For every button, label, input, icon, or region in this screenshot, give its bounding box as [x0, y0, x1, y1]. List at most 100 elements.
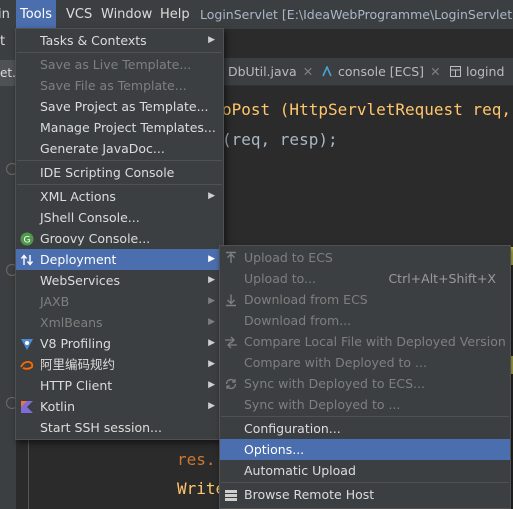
item-label: HTTP Client	[40, 378, 113, 393]
close-icon[interactable]: ✕	[303, 64, 313, 79]
item-label: XmlBeans	[40, 315, 103, 330]
menu-tools[interactable]: Tools	[16, 0, 57, 29]
submenu-arrow-icon: ▶	[208, 317, 215, 327]
menu-item-xmlbeans[interactable]: XmlBeans ▶	[16, 312, 223, 333]
menu-item-generate-javadoc[interactable]: Generate JavaDoc...	[16, 138, 223, 159]
browse-remote-icon	[225, 490, 237, 501]
deployment-submenu: Upload to ECS Upload to... Ctrl+Alt+Shift…	[219, 245, 511, 509]
item-label: Configuration...	[244, 421, 341, 436]
menu-item-manage-templates[interactable]: Manage Project Templates...	[16, 117, 223, 138]
item-label: Sync with Deployed to ...	[244, 397, 401, 412]
menu-item-upload-to[interactable]: Upload to... Ctrl+Alt+Shift+X	[220, 268, 510, 289]
code-line: oPost (HttpServletRequest req,	[222, 100, 511, 119]
left-label: t	[0, 34, 6, 49]
menu-item-kotlin[interactable]: Kotlin ▶	[16, 396, 223, 417]
tab-logindb[interactable]: logind	[450, 58, 504, 85]
item-label: Generate JavaDoc...	[40, 141, 165, 156]
code-line: res.	[177, 450, 216, 469]
item-label: Download from...	[244, 313, 352, 328]
submenu-arrow-icon: ▶	[208, 380, 215, 390]
menu-run[interactable]: in	[0, 0, 14, 29]
menu-item-tasks-contexts[interactable]: Tasks & Contexts ▶	[16, 30, 223, 51]
menu-item-save-file-template[interactable]: Save File as Template...	[16, 75, 223, 96]
item-label: Upload to ECS	[244, 250, 333, 265]
menu-help[interactable]: Help	[156, 0, 194, 29]
item-label: V8 Profiling	[40, 336, 111, 351]
submenu-arrow-icon: ▶	[208, 35, 215, 45]
item-label: Save Project as Template...	[40, 99, 209, 114]
item-label: Upload to...	[244, 271, 317, 286]
menu-item-groovy-console[interactable]: G Groovy Console...	[16, 228, 223, 249]
menu-item-xml-actions[interactable]: XML Actions ▶	[16, 186, 223, 207]
deployment-icon	[20, 254, 34, 266]
menu-item-upload-to-ecs[interactable]: Upload to ECS	[220, 247, 510, 268]
item-label: WebServices	[40, 273, 120, 288]
separator	[17, 184, 222, 185]
item-label: Groovy Console...	[40, 231, 151, 246]
menu-item-alibaba-coding[interactable]: 阿里编码规约 ▶	[16, 354, 223, 375]
item-label: Sync with Deployed to ECS...	[244, 376, 425, 391]
item-label: Deployment	[40, 252, 117, 267]
item-label: Save as Live Template...	[40, 57, 192, 72]
submenu-arrow-icon: ▶	[208, 338, 215, 348]
tab-label: logind	[466, 64, 505, 79]
item-label: Download from ECS	[244, 292, 368, 307]
submenu-arrow-icon: ▶	[208, 296, 215, 306]
menu-item-configuration[interactable]: Configuration...	[220, 418, 510, 439]
tab-console[interactable]: console [ECS] ✕	[322, 58, 441, 85]
item-label: IDE Scripting Console	[40, 165, 175, 180]
groovy-icon: G	[20, 232, 34, 246]
menu-item-compare-local-deployed[interactable]: Compare Local File with Deployed Version	[220, 331, 510, 352]
menu-item-ide-scripting-console[interactable]: IDE Scripting Console	[16, 162, 223, 183]
item-label: Start SSH session...	[40, 420, 162, 435]
menu-item-sync-deployed-to[interactable]: Sync with Deployed to ...	[220, 394, 510, 415]
menu-item-save-live-template[interactable]: Save as Live Template...	[16, 54, 223, 75]
close-icon[interactable]: ✕	[430, 64, 440, 79]
menu-item-http-client[interactable]: HTTP Client ▶	[16, 375, 223, 396]
submenu-arrow-icon: ▶	[208, 254, 215, 264]
menu-item-start-ssh-session[interactable]: Start SSH session...	[16, 417, 223, 438]
tab-label: console [ECS]	[338, 64, 425, 79]
menu-item-webservices[interactable]: WebServices ▶	[16, 270, 223, 291]
menu-item-sync-deployed-ecs[interactable]: Sync with Deployed to ECS...	[220, 373, 510, 394]
menu-item-jshell-console[interactable]: JShell Console...	[16, 207, 223, 228]
menu-bar: in Tools VCS Window Help LoginServlet [E…	[0, 0, 513, 29]
menu-item-compare-deployed-to[interactable]: Compare with Deployed to ...	[220, 352, 510, 373]
menu-item-jaxb[interactable]: JAXB ▶	[16, 291, 223, 312]
menu-item-save-project-template[interactable]: Save Project as Template...	[16, 96, 223, 117]
alibaba-icon	[20, 360, 34, 370]
menu-item-deployment[interactable]: Deployment ▶	[16, 249, 223, 270]
menu-item-download-from-ecs[interactable]: Download from ECS	[220, 289, 510, 310]
menu-item-automatic-upload[interactable]: Automatic Upload	[220, 460, 510, 481]
item-shortcut: Ctrl+Alt+Shift+X	[388, 271, 496, 286]
download-icon	[226, 294, 236, 307]
item-label: Kotlin	[40, 399, 75, 414]
item-label: Compare with Deployed to ...	[244, 355, 427, 370]
item-label: XML Actions	[40, 189, 116, 204]
submenu-arrow-icon: ▶	[208, 191, 215, 201]
code-line: (req, resp);	[222, 130, 338, 149]
submenu-arrow-icon: ▶	[208, 275, 215, 285]
separator	[17, 52, 222, 53]
menu-vcs[interactable]: VCS	[62, 0, 96, 29]
compare-icon	[225, 336, 237, 349]
item-label: Automatic Upload	[244, 463, 356, 478]
upload-icon	[226, 251, 236, 263]
sync-icon	[225, 378, 237, 390]
separator	[221, 416, 509, 417]
item-label: 阿里编码规约	[40, 357, 116, 372]
menu-item-v8-profiling[interactable]: V8 Profiling ▶	[16, 333, 223, 354]
item-label: JShell Console...	[40, 210, 140, 225]
submenu-arrow-icon: ▶	[208, 401, 215, 411]
tools-menu: Tasks & Contexts ▶ Save as Live Template.…	[15, 28, 224, 440]
menu-window[interactable]: Window	[97, 0, 156, 29]
code-line: Write	[177, 479, 226, 498]
menu-item-browse-remote-host[interactable]: Browse Remote Host	[220, 484, 510, 505]
kotlin-icon	[21, 401, 33, 413]
separator	[221, 482, 509, 483]
menu-item-options[interactable]: Options...	[220, 439, 510, 460]
tab-dbutil[interactable]: DbUtil.java ✕	[228, 58, 313, 85]
menu-item-download-from[interactable]: Download from...	[220, 310, 510, 331]
left-file-tab[interactable]: et.ja	[0, 60, 16, 86]
item-label: Tasks & Contexts	[40, 33, 147, 48]
